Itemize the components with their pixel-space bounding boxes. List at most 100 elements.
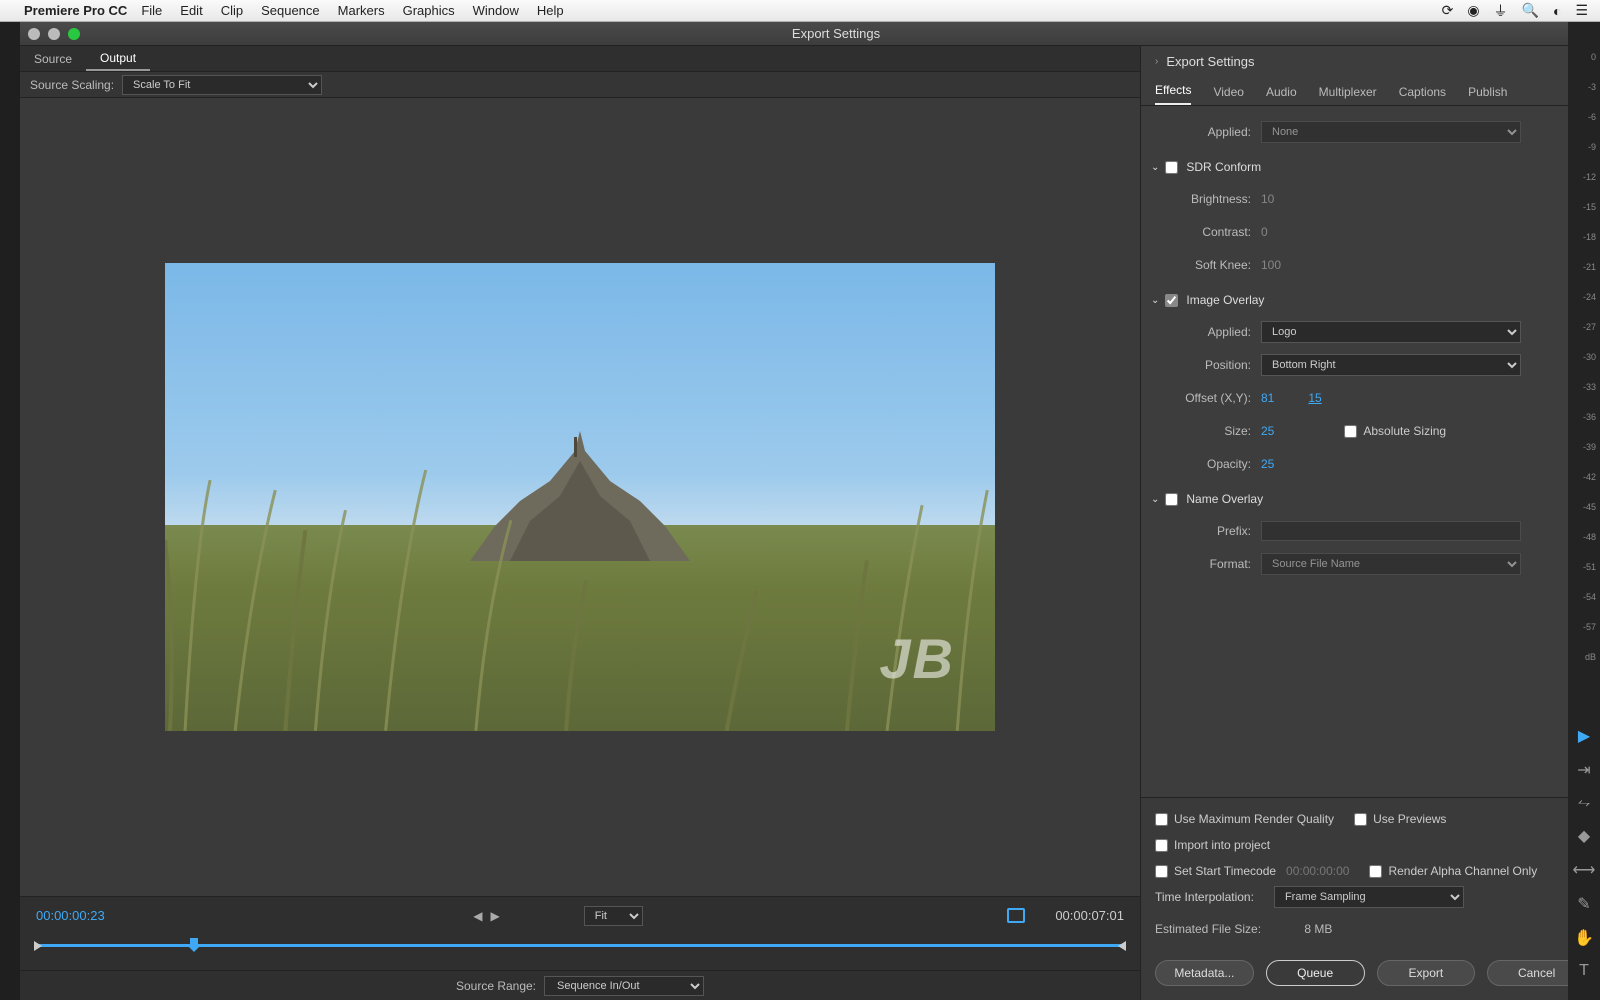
metadata-button[interactable]: Metadata... (1155, 960, 1254, 986)
overlay-position-select[interactable]: Bottom Right (1261, 354, 1521, 376)
import-into-project[interactable]: Import into project (1155, 838, 1270, 852)
settings-tabs: Effects Video Audio Multiplexer Captions… (1141, 76, 1600, 106)
tab-video[interactable]: Video (1213, 85, 1243, 105)
section-name-overlay[interactable]: ⌄ Name Overlay (1151, 485, 1584, 513)
tab-source[interactable]: Source (20, 46, 86, 71)
menu-sequence[interactable]: Sequence (261, 3, 320, 18)
in-handle[interactable] (34, 941, 42, 951)
sdr-contrast[interactable]: 0 (1261, 225, 1268, 239)
est-size-label: Estimated File Size: (1155, 922, 1261, 936)
preview-panel: Source Output Source Scaling: Scale To F… (20, 46, 1140, 1000)
source-range-label: Source Range: (456, 979, 536, 993)
bottom-options: Use Maximum Render Quality Use Previews … (1141, 797, 1600, 950)
use-previews[interactable]: Use Previews (1354, 812, 1446, 826)
applied-lut-select[interactable]: None (1261, 121, 1521, 143)
settings-scroll[interactable]: Applied: None ⌄ SDR Conform Brightness:1… (1141, 106, 1600, 797)
disclosure-icon: ⌄ (1151, 162, 1159, 173)
arrow-tool-icon[interactable]: ▶ (1578, 726, 1590, 746)
timeline-strip[interactable] (20, 934, 1140, 970)
max-render-quality[interactable]: Use Maximum Render Quality (1155, 812, 1334, 826)
out-handle[interactable] (1118, 941, 1126, 951)
name-overlay-checkbox[interactable] (1165, 493, 1178, 506)
source-scaling-select[interactable]: Scale To Fit (122, 75, 322, 95)
type-tool-icon[interactable]: T (1579, 962, 1589, 980)
ripple-tool-icon[interactable]: ⇥ (1577, 760, 1590, 780)
sdr-conform-checkbox[interactable] (1165, 161, 1178, 174)
tray-icon[interactable]: ⟳ (1442, 2, 1454, 19)
step-back-icon[interactable]: ◀ (473, 909, 482, 923)
window-title: Export Settings (792, 26, 880, 41)
slip-tool-icon[interactable]: ⟷ (1573, 860, 1596, 880)
cc-icon[interactable]: ◉ (1467, 2, 1479, 19)
render-alpha-only[interactable]: Render Alpha Channel Only (1369, 864, 1537, 878)
menu-graphics[interactable]: Graphics (403, 3, 455, 18)
name-format-select[interactable]: Source File Name (1261, 553, 1521, 575)
tab-publish[interactable]: Publish (1468, 85, 1507, 105)
playhead[interactable] (188, 938, 200, 952)
menu-file[interactable]: File (141, 3, 162, 18)
est-size-value: 8 MB (1304, 922, 1332, 936)
sdr-brightness[interactable]: 10 (1261, 192, 1274, 206)
razor-tool-icon[interactable]: ◆ (1578, 826, 1590, 846)
tab-output[interactable]: Output (86, 46, 150, 71)
section-image-overlay[interactable]: ⌄ Image Overlay (1151, 286, 1584, 314)
close-button[interactable] (28, 28, 40, 40)
wifi-icon[interactable]: ⏚ (1494, 1, 1508, 21)
button-row: Metadata... Queue Export Cancel (1141, 950, 1600, 1000)
preview-frame[interactable]: JB (165, 263, 995, 731)
timecode-out[interactable]: 00:00:07:01 (1055, 908, 1124, 923)
time-interp-select[interactable]: Frame Sampling (1274, 886, 1464, 908)
time-interp-label: Time Interpolation: (1155, 890, 1254, 904)
siri-icon[interactable]: ◐ (1553, 3, 1561, 19)
absolute-sizing[interactable]: Absolute Sizing (1344, 424, 1446, 438)
preview-area: JB (20, 98, 1140, 896)
tab-effects[interactable]: Effects (1155, 83, 1191, 105)
window-titlebar: Export Settings (20, 22, 1600, 46)
export-settings-window: Export Settings Source Output Source Sca… (20, 22, 1600, 1000)
section-sdr-conform[interactable]: ⌄ SDR Conform (1151, 153, 1584, 181)
app-name[interactable]: Premiere Pro CC (24, 3, 127, 18)
hand-tool-icon[interactable]: ✋ (1574, 928, 1594, 948)
pen-tool-icon[interactable]: ✎ (1577, 894, 1590, 914)
name-prefix-input[interactable] (1261, 521, 1521, 541)
image-overlay-checkbox[interactable] (1165, 294, 1178, 307)
set-start-timecode[interactable]: Set Start Timecode00:00:00:00 (1155, 864, 1349, 878)
spotlight-icon[interactable]: 🔍 (1522, 2, 1539, 19)
queue-button[interactable]: Queue (1266, 960, 1365, 986)
source-range-select[interactable]: Sequence In/Out (544, 976, 704, 996)
traffic-lights (28, 28, 80, 40)
tab-captions[interactable]: Captions (1399, 85, 1446, 105)
maximize-button[interactable] (68, 28, 80, 40)
tab-audio[interactable]: Audio (1266, 85, 1297, 105)
crop-icon[interactable] (1007, 908, 1025, 923)
chevron-right-icon: › (1155, 56, 1158, 67)
menubar-tray: ⟳ ◉ ⏚ 🔍 ◐ ☰ (1442, 1, 1588, 21)
step-fwd-icon[interactable]: ▶ (491, 909, 500, 923)
export-settings-header[interactable]: › Export Settings (1141, 46, 1600, 76)
overlay-offset-y[interactable]: 15 (1308, 391, 1321, 405)
menu-clip[interactable]: Clip (221, 3, 243, 18)
export-button[interactable]: Export (1377, 960, 1476, 986)
preview-castle (470, 431, 690, 561)
tool-column: ▶ ⇥ ⥊ ◆ ⟷ ✎ ✋ T (1570, 726, 1598, 980)
timecode-in[interactable]: 00:00:00:23 (36, 908, 105, 923)
tab-multiplexer[interactable]: Multiplexer (1319, 85, 1377, 105)
notification-icon[interactable]: ☰ (1575, 2, 1588, 19)
settings-panel: › Export Settings Effects Video Audio Mu… (1140, 46, 1600, 1000)
overlay-applied-select[interactable]: Logo (1261, 321, 1521, 343)
applied-lut-label: Applied: (1151, 125, 1261, 139)
sdr-softknee[interactable]: 100 (1261, 258, 1281, 272)
overlay-offset-x[interactable]: 81 (1261, 391, 1274, 405)
source-scaling-row: Source Scaling: Scale To Fit (20, 72, 1140, 98)
overlay-opacity[interactable]: 25 (1261, 457, 1274, 471)
menu-edit[interactable]: Edit (180, 3, 202, 18)
fit-select[interactable]: Fit (584, 906, 643, 926)
minimize-button[interactable] (48, 28, 60, 40)
menu-window[interactable]: Window (473, 3, 519, 18)
disclosure-icon: ⌄ (1151, 295, 1159, 306)
overlay-size[interactable]: 25 (1261, 424, 1274, 438)
mac-menubar: Premiere Pro CC File Edit Clip Sequence … (0, 0, 1600, 22)
menu-markers[interactable]: Markers (338, 3, 385, 18)
menu-help[interactable]: Help (537, 3, 564, 18)
rate-tool-icon[interactable]: ⥊ (1578, 794, 1591, 812)
